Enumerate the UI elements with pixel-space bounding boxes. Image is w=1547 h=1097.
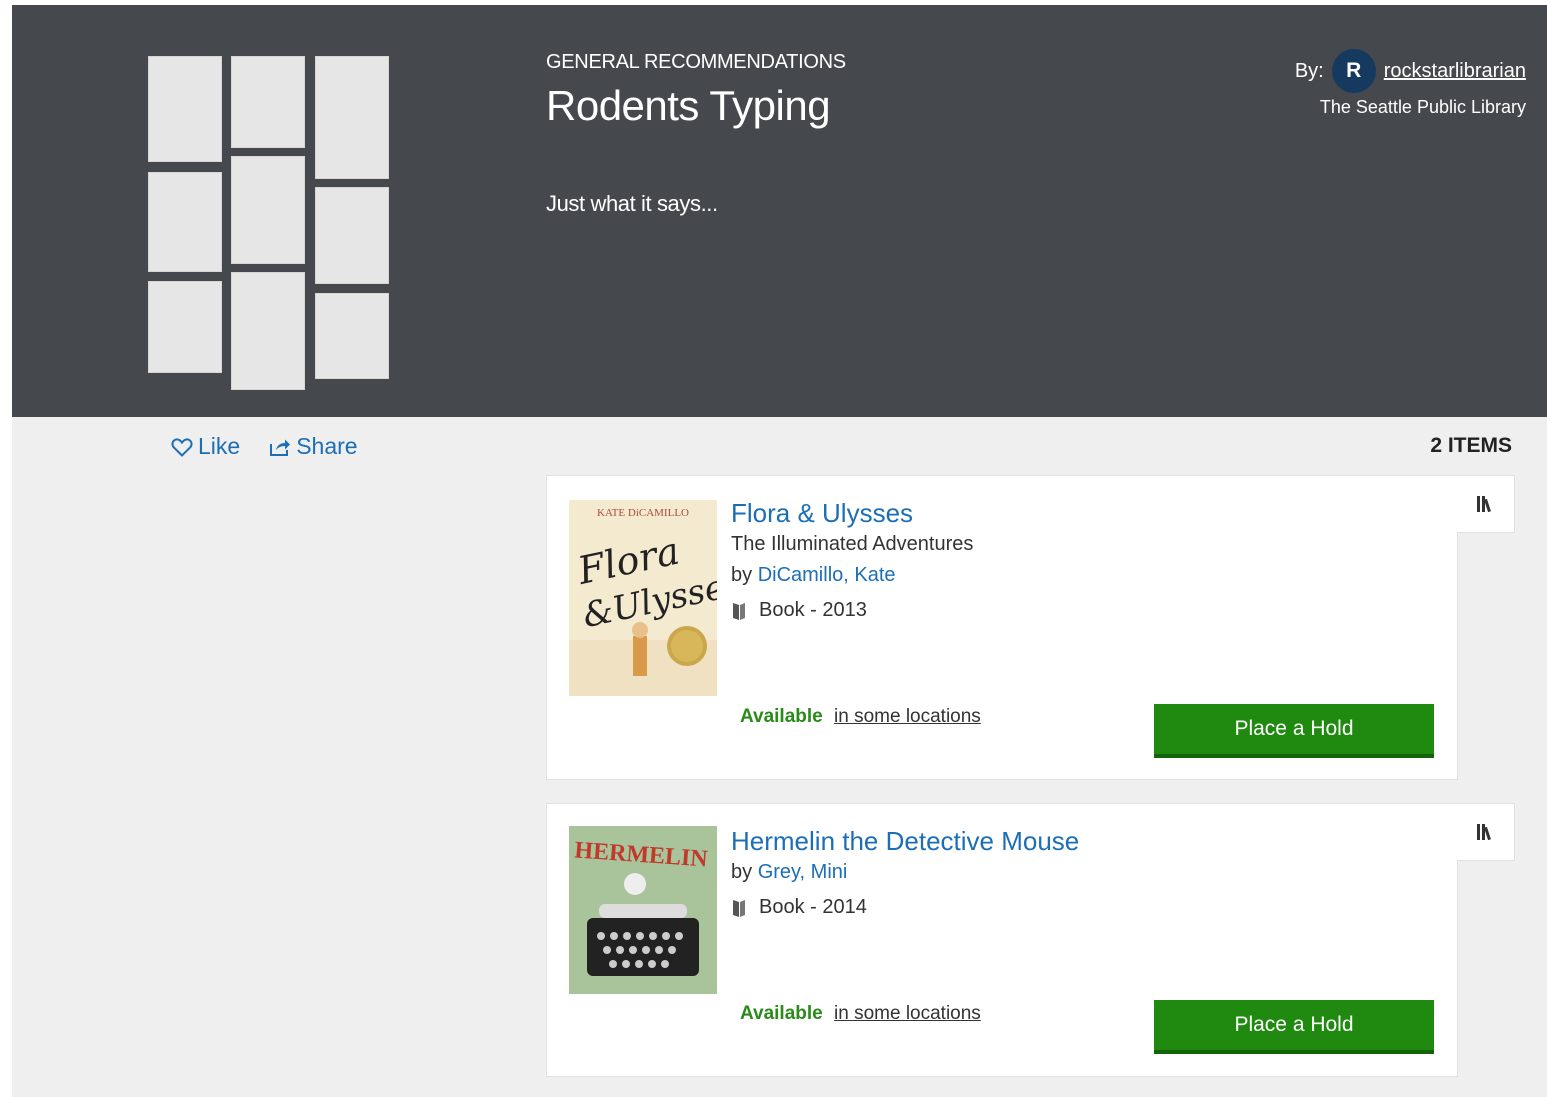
by-label: By:: [1294, 59, 1324, 82]
availability-locations-link[interactable]: in some locations: [834, 1003, 981, 1024]
book-cover[interactable]: KATE DiCAMILLO Flora &Ulysses: [569, 500, 717, 696]
svg-text:KATE DiCAMILLO: KATE DiCAMILLO: [597, 507, 689, 519]
shelf-icon: [1476, 824, 1491, 841]
add-to-shelf-button[interactable]: [1457, 475, 1515, 533]
by-label: by: [731, 861, 753, 883]
availability-status: Available: [740, 706, 823, 727]
like-button[interactable]: Like: [170, 433, 240, 460]
author-link[interactable]: rockstarlibrarian: [1384, 60, 1526, 83]
cover-placeholder-grid: [148, 56, 393, 394]
item-format: Book - 2014: [731, 896, 1079, 919]
place-hold-button[interactable]: Place a Hold: [1154, 1000, 1434, 1054]
item-subtitle: The Illuminated Adventures: [731, 533, 974, 555]
book-cover[interactable]: HERMELIN: [569, 826, 717, 994]
cover-placeholder: [315, 187, 389, 284]
item-info: Hermelin the Detective Mouse by Grey, Mi…: [731, 826, 1079, 919]
library-name: The Seattle Public Library: [1319, 97, 1526, 117]
author-link[interactable]: Grey, Mini: [758, 861, 848, 883]
cover-placeholder: [148, 281, 222, 373]
cover-placeholder: [315, 293, 389, 379]
cover-placeholder: [315, 56, 389, 179]
place-hold-button[interactable]: Place a Hold: [1154, 704, 1434, 758]
item-info: Flora & Ulysses The Illuminated Adventur…: [731, 498, 973, 622]
availability: Available in some locations: [740, 706, 981, 728]
author-link[interactable]: DiCamillo, Kate: [758, 564, 896, 586]
availability-locations-link[interactable]: in some locations: [834, 706, 981, 727]
cover-placeholder: [231, 56, 305, 148]
list-actions: Like Share: [170, 433, 358, 460]
add-to-shelf-button[interactable]: [1457, 803, 1515, 861]
share-button[interactable]: Share: [268, 433, 358, 460]
cover-placeholder: [231, 156, 305, 264]
share-icon: [270, 439, 291, 456]
book-icon: [733, 602, 745, 620]
availability: Available in some locations: [740, 1003, 981, 1025]
item-author: by Grey, Mini: [731, 861, 1079, 884]
cover-placeholder: [148, 56, 222, 162]
cover-placeholder: [148, 172, 222, 272]
share-label: Share: [296, 433, 358, 459]
format-label: Book - 2013: [759, 599, 867, 621]
book-icon: [733, 899, 745, 917]
page: GENERAL RECOMMENDATIONS Rodents Typing J…: [12, 5, 1547, 1097]
format-label: Book - 2014: [759, 896, 867, 918]
availability-status: Available: [740, 1003, 823, 1024]
list-category: GENERAL RECOMMENDATIONS: [546, 51, 846, 73]
list-header: GENERAL RECOMMENDATIONS Rodents Typing J…: [12, 5, 1547, 417]
by-label: by: [731, 564, 753, 586]
avatar[interactable]: R: [1331, 49, 1376, 93]
list-heading: GENERAL RECOMMENDATIONS Rodents Typing: [546, 51, 846, 130]
list-item: KATE DiCAMILLO Flora &Ulysses Flora & Ul…: [546, 475, 1515, 780]
page-title: Rodents Typing: [546, 82, 831, 129]
like-label: Like: [198, 433, 241, 459]
item-count: 2 ITEMS: [1430, 434, 1512, 457]
shelf-icon: [1476, 496, 1491, 513]
list-description: Just what it says...: [546, 191, 718, 216]
item-author: by DiCamillo, Kate: [731, 564, 973, 587]
item-title-link[interactable]: Flora & Ulysses: [731, 498, 973, 529]
list-item: HERMELIN Hermelin the Detective Mouse by…: [546, 803, 1515, 1077]
item-format: Book - 2013: [731, 599, 973, 622]
byline: By: R rockstarlibrarian The Seattle Publ…: [1295, 49, 1526, 118]
heart-icon: [171, 437, 193, 457]
cover-placeholder: [231, 272, 305, 390]
item-title-link[interactable]: Hermelin the Detective Mouse: [731, 826, 1079, 857]
